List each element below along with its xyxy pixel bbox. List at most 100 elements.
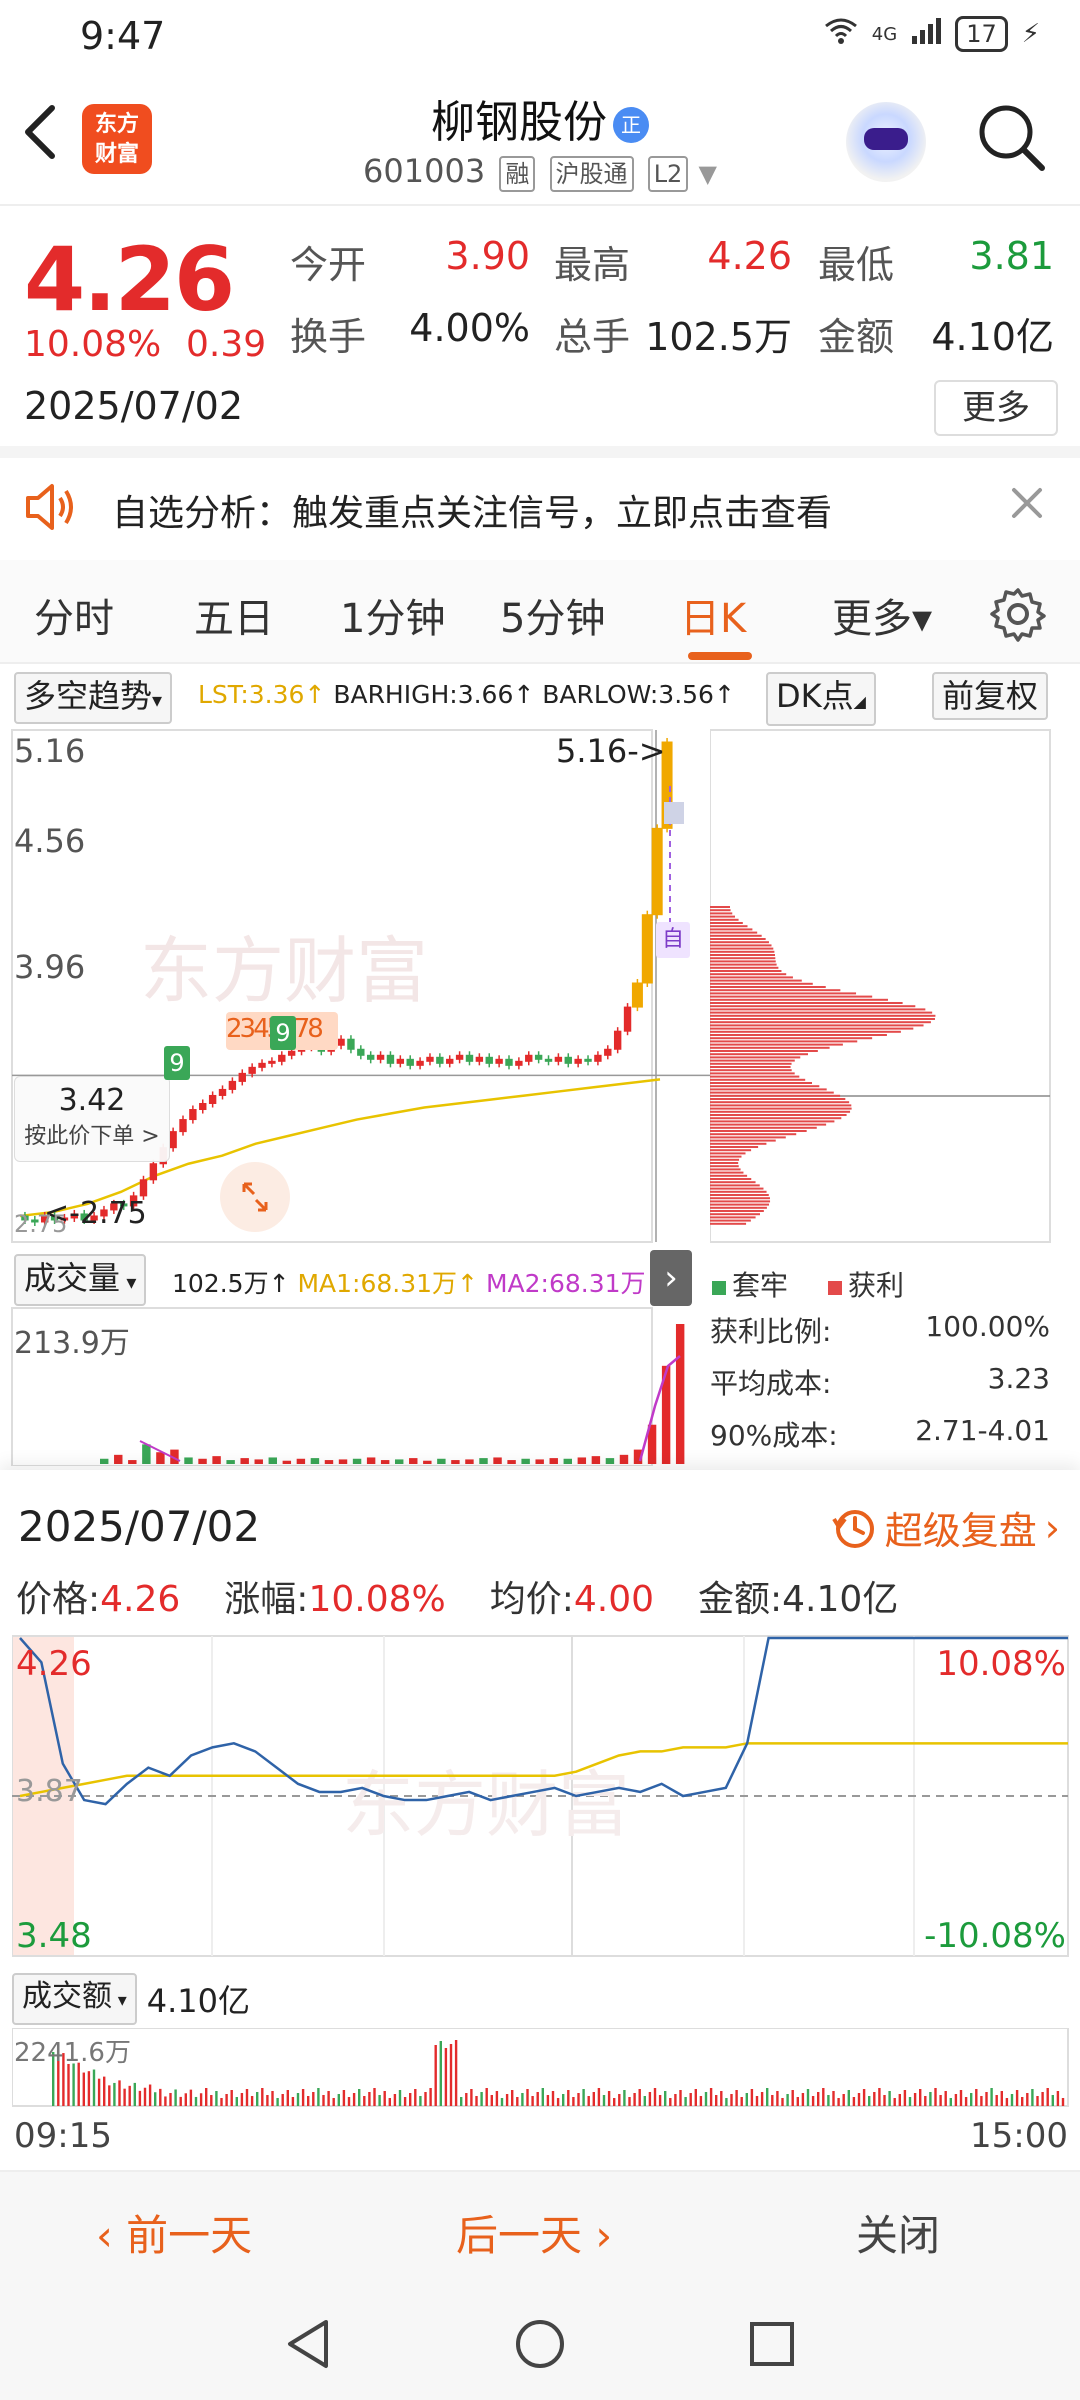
- super-replay-link[interactable]: 超级复盘 ›: [831, 1500, 1060, 1555]
- dk-point-button[interactable]: DK点◢: [766, 672, 876, 726]
- gear-icon[interactable]: [990, 586, 1046, 642]
- stat-value: 2.71-4.01: [915, 1414, 1050, 1447]
- chip-bar: [710, 1165, 739, 1168]
- nav-back-icon[interactable]: [282, 2318, 334, 2374]
- prev-day-button[interactable]: ‹ 前一天: [96, 2202, 252, 2263]
- collapse-toggle-icon[interactable]: ›: [650, 1250, 692, 1306]
- assistant-avatar[interactable]: [846, 102, 926, 182]
- chip-bar: [710, 1075, 800, 1078]
- candle-body: [218, 1088, 227, 1096]
- amount-select[interactable]: 成交额 ▾: [12, 1973, 137, 2025]
- amount-bar: [521, 2093, 524, 2106]
- amount-bar: [444, 2048, 448, 2106]
- chip-bar: [710, 992, 857, 995]
- amount-bar: [230, 2090, 233, 2106]
- amount-bar: [516, 2097, 519, 2106]
- amount-bar: [949, 2098, 952, 2106]
- close-button[interactable]: 关闭: [856, 2202, 940, 2263]
- tab-five-day[interactable]: 五日: [194, 586, 274, 644]
- chip-bar: [710, 1098, 846, 1100]
- amount-bar: [704, 2092, 708, 2106]
- amount-bar: [924, 2096, 927, 2106]
- amount-bar: [352, 2093, 356, 2106]
- nav-recents-icon[interactable]: [746, 2318, 798, 2374]
- signal-banner[interactable]: 自选分析：触发重点关注信号，立即点击查看: [0, 458, 1080, 558]
- expand-icon[interactable]: [220, 1162, 290, 1232]
- amount-bar: [500, 2098, 504, 2106]
- amount-bar: [883, 2095, 886, 2106]
- stat-value: 4.10亿: [782, 1579, 899, 1620]
- intraday-y-top: 4.26: [16, 1644, 92, 1684]
- history-icon: [832, 1509, 874, 1548]
- chip-bar: [710, 1107, 852, 1110]
- amount-bar: [791, 2090, 794, 2106]
- candle-body: [534, 1054, 543, 1060]
- tab-more[interactable]: 更多▾: [832, 586, 932, 644]
- kline-svg: 东方财富: [11, 729, 710, 1243]
- candle-body: [416, 1060, 424, 1066]
- chip-bar: [710, 915, 735, 918]
- legend-trapped: 套牢: [712, 1264, 788, 1304]
- change-percent: 10.08%: [24, 324, 162, 365]
- amount-bar: [1026, 2093, 1029, 2106]
- stat-label: 获利比例:: [710, 1315, 832, 1348]
- nav-home-icon[interactable]: [514, 2318, 566, 2374]
- barlow-value: BARLOW:3.56↑: [542, 680, 735, 709]
- speaker-icon: [24, 482, 80, 532]
- more-quote-button[interactable]: 更多: [934, 380, 1058, 436]
- tab-1min[interactable]: 1分钟: [340, 586, 445, 644]
- amount-bar: [760, 2092, 764, 2106]
- stat-value: 100.00%: [925, 1310, 1050, 1343]
- amount-bar: [317, 2088, 320, 2106]
- chip-bar: [710, 1206, 767, 1209]
- amount-bar: [398, 2090, 402, 2106]
- amount-bar: [806, 2089, 810, 2106]
- amount-bar: [393, 2094, 397, 2106]
- chip-bar: [710, 906, 731, 908]
- stock-header: 东方 财富 柳钢股份正 601003 融 沪股通 L2 ▼: [0, 72, 1080, 206]
- chip-bar: [710, 1114, 847, 1116]
- volume-select[interactable]: 成交量 ▾: [14, 1254, 147, 1306]
- tab-5min[interactable]: 5分钟: [500, 586, 605, 644]
- amount-bar: [934, 2088, 937, 2106]
- adjust-button[interactable]: 前复权: [932, 672, 1049, 720]
- volume-bar: [184, 1457, 193, 1464]
- amount-bar: [567, 2090, 570, 2106]
- chip-bar: [710, 1050, 818, 1052]
- volume-chart[interactable]: 213.9万: [0, 1306, 710, 1467]
- volume-bar: [254, 1459, 263, 1464]
- amount-bar: [740, 2097, 743, 2106]
- candle-body: [406, 1058, 414, 1066]
- candle-body: [426, 1056, 434, 1062]
- chip-bar: [710, 1120, 835, 1123]
- intraday-chart[interactable]: 东方财富 4.26 3.87 3.48 10.08% -10.08%: [11, 1630, 1070, 1970]
- chip-bar: [710, 1117, 842, 1120]
- amount-bar: [1015, 2090, 1019, 2106]
- amount-bar: [449, 2044, 453, 2106]
- search-icon[interactable]: [976, 102, 1046, 172]
- chip-distribution[interactable]: [709, 726, 1080, 1246]
- crosshair-price-box[interactable]: 3.42 按此价下单 >: [14, 1076, 170, 1162]
- next-day-button[interactable]: 后一天 ›: [456, 2202, 612, 2263]
- self-select-marker[interactable]: 自: [656, 922, 690, 958]
- indicator-select[interactable]: 多空趋势▾: [14, 672, 173, 724]
- candle-body: [258, 1062, 266, 1068]
- tab-daily-k[interactable]: 日K: [680, 586, 746, 644]
- chip-bar: [710, 1014, 936, 1017]
- status-icons: 4G 17 ⚡: [824, 16, 1040, 52]
- amount-bar: [755, 2096, 759, 2106]
- amount-bar: [368, 2092, 371, 2106]
- amount-bar: [551, 2091, 555, 2106]
- volume-bar: [437, 1458, 446, 1464]
- replay-price: 价格:4.26: [16, 1570, 180, 1622]
- amount-chart[interactable]: 2241.6万: [11, 2027, 1070, 2108]
- tab-intraday[interactable]: 分时: [34, 586, 114, 644]
- stat-value: 10.08%: [308, 1579, 446, 1620]
- chip-bar: [710, 1155, 742, 1158]
- chip-bar: [710, 1053, 808, 1056]
- amount-bar: [424, 2092, 427, 2106]
- amount-bar: [771, 2095, 774, 2106]
- amount-bar: [817, 2092, 820, 2106]
- close-icon[interactable]: [1010, 480, 1044, 531]
- kline-chart[interactable]: 东方财富 5.16 4.56 3.96 5.16-> <-2.75 2.75 3…: [0, 726, 710, 1246]
